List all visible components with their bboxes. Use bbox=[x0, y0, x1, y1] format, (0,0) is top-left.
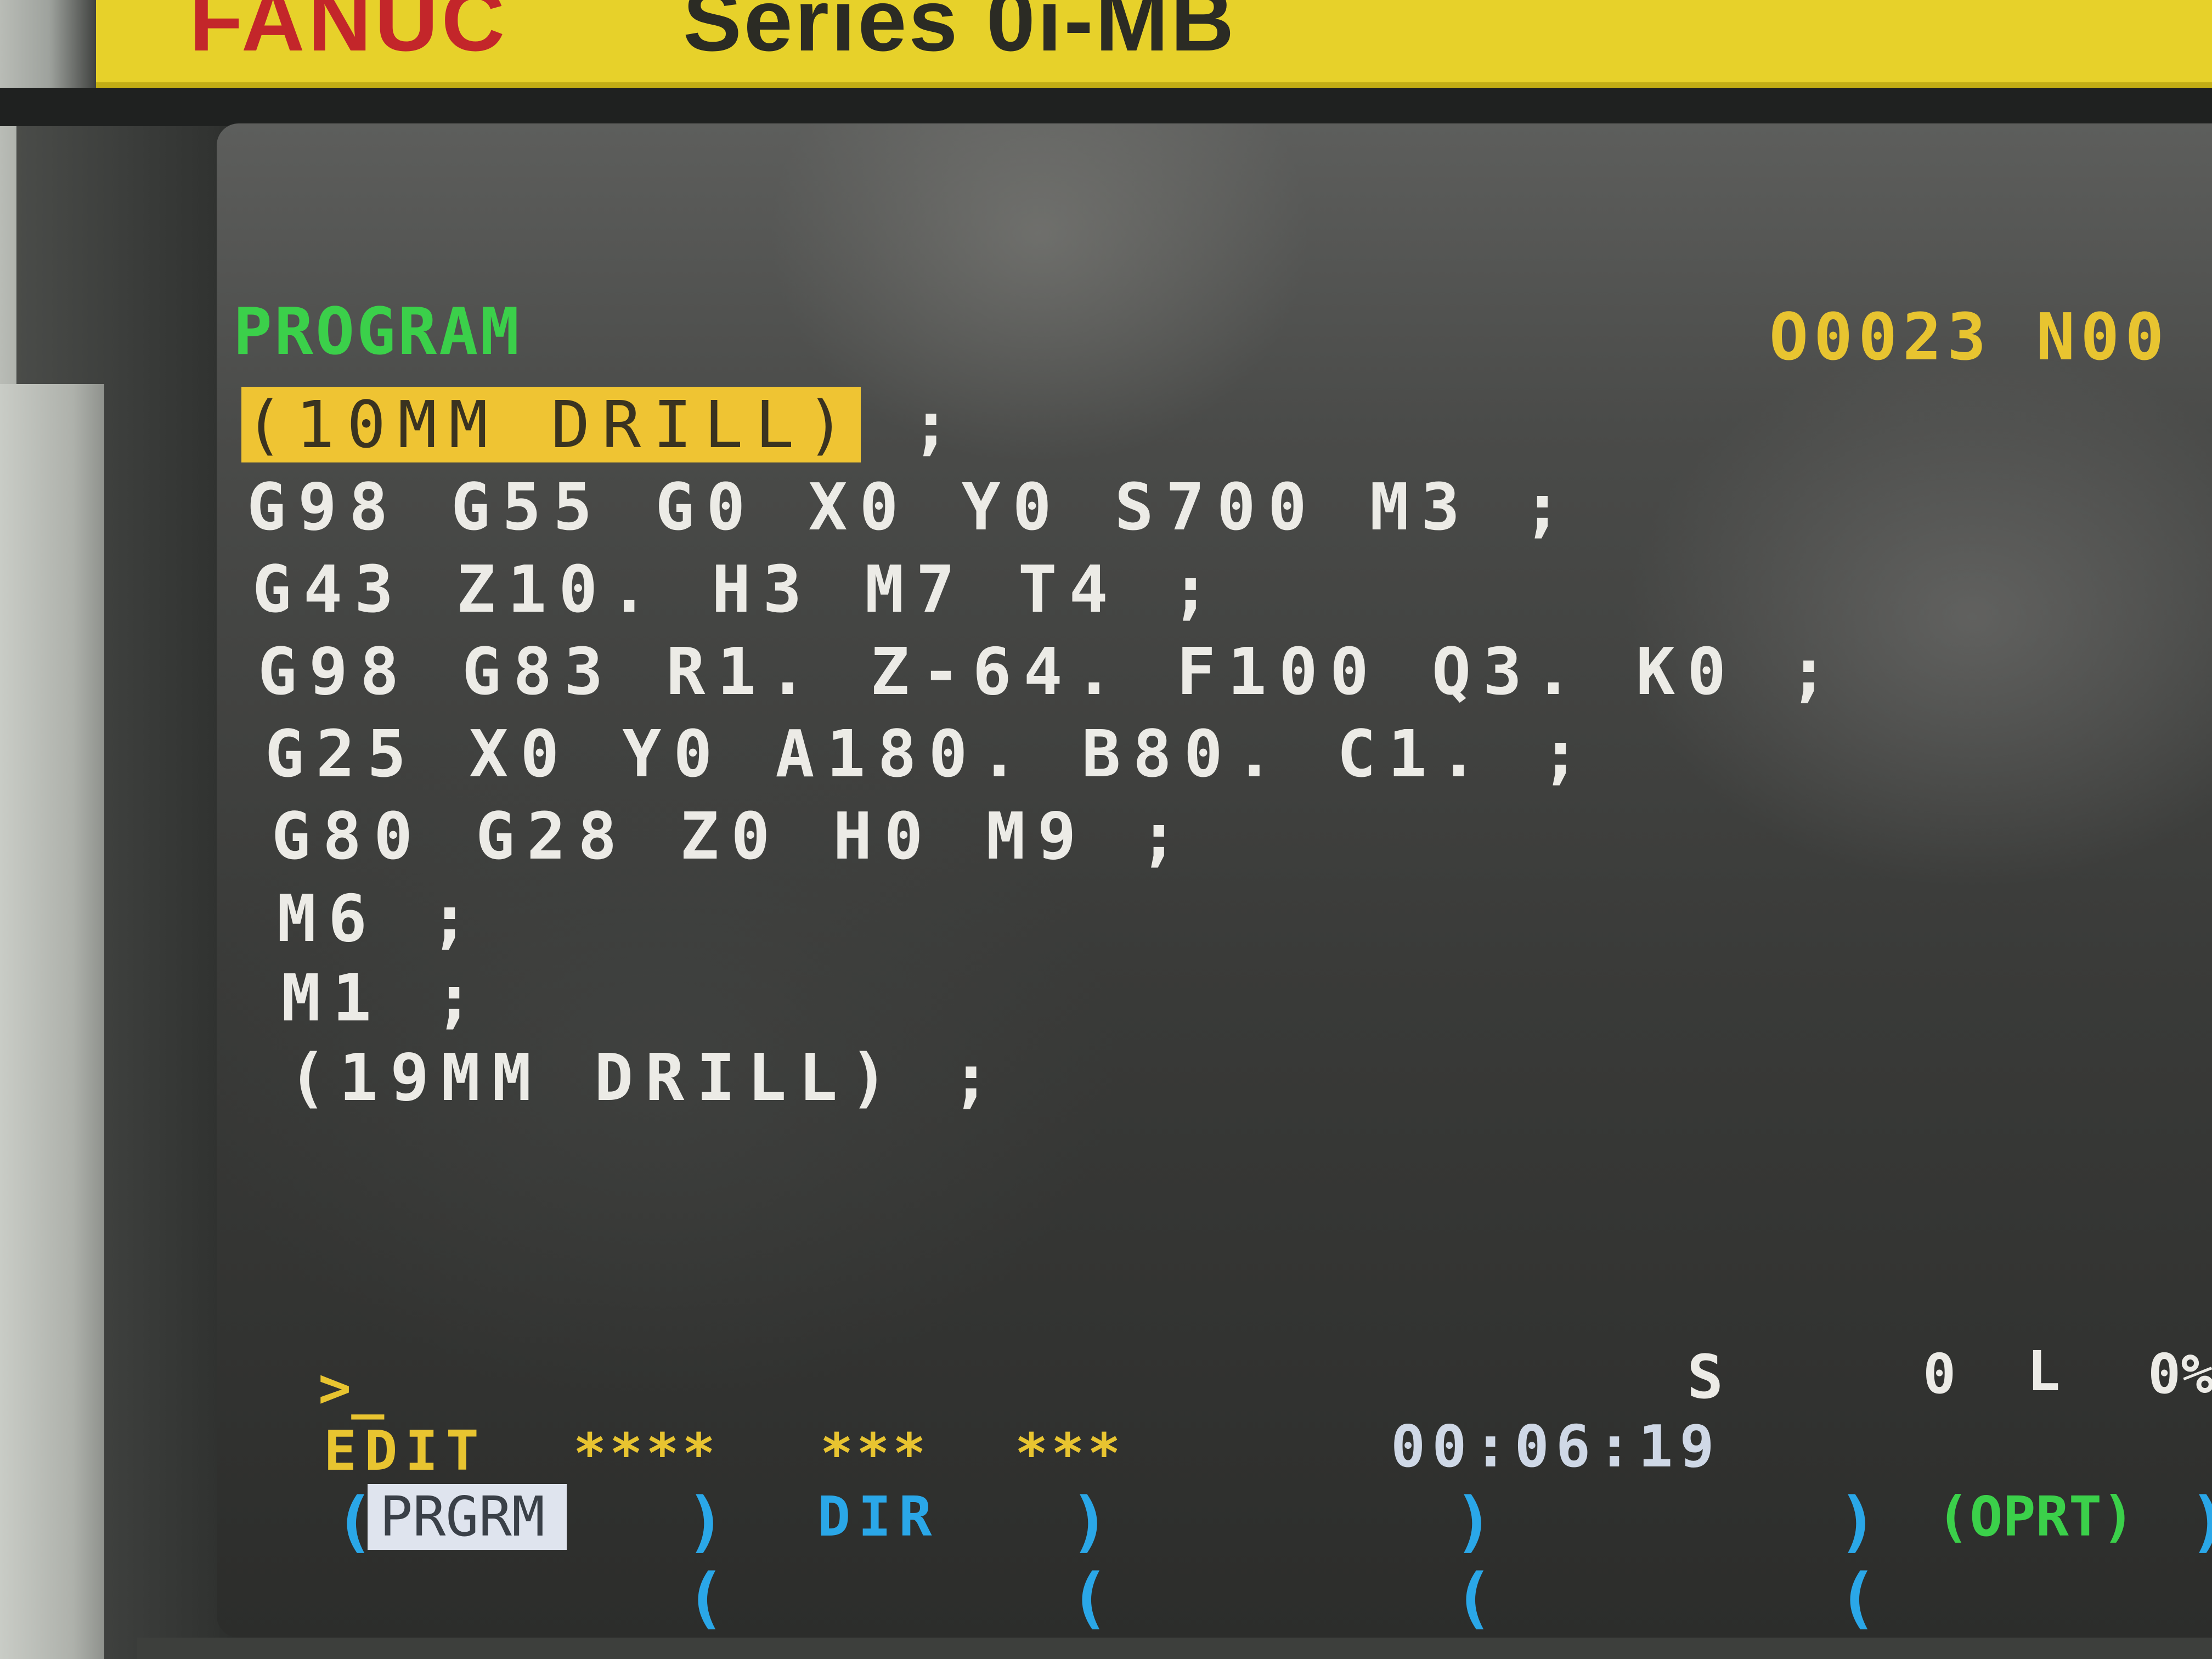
program-line[interactable]: (19MM DRILL) ; bbox=[288, 1045, 1003, 1110]
softkey-bracket: )( bbox=[686, 1484, 726, 1637]
program-line[interactable]: G43 Z10. H3 M7 T4 ; bbox=[252, 557, 1222, 622]
softkey-bracket: )( bbox=[1070, 1484, 1110, 1637]
input-prompt[interactable]: >_ bbox=[318, 1361, 384, 1415]
bezel-band bbox=[0, 88, 2212, 126]
spindle-label: S bbox=[1687, 1342, 1724, 1412]
softkey-blank[interactable] bbox=[1542, 1484, 1816, 1550]
mode-indicator: EDIT bbox=[324, 1419, 487, 1483]
softkey-blank[interactable] bbox=[1158, 1484, 1487, 1550]
bezel-bottom bbox=[137, 1638, 2212, 1659]
status-stars: *** bbox=[1015, 1421, 1124, 1486]
model-label: Series 0i-MB bbox=[683, 0, 1237, 69]
program-line[interactable]: M1 ; bbox=[281, 966, 486, 1030]
program-line[interactable]: G98 G55 G0 X0 Y0 S700 M3 ; bbox=[247, 475, 1574, 539]
run-clock: 00:06:19 bbox=[1391, 1413, 1721, 1480]
page-title: PROGRAM bbox=[233, 294, 522, 369]
edit-cursor[interactable]: (10MM DRILL) bbox=[241, 387, 861, 462]
bezel-frame bbox=[0, 384, 104, 1659]
softkey-prgrm[interactable]: PRGRM bbox=[368, 1484, 567, 1550]
spindle-value: 0 bbox=[1923, 1342, 1956, 1406]
status-stars: **** bbox=[573, 1421, 719, 1486]
load-value: 0% bbox=[2148, 1342, 2212, 1406]
status-stars: *** bbox=[820, 1421, 929, 1486]
program-line[interactable]: M6 ; bbox=[277, 886, 481, 951]
program-line[interactable]: G80 G28 Z0 H0 M9 ; bbox=[272, 804, 1190, 868]
cnc-screen: PROGRAM O0023 N00 (10MM DRILL) ; G98 G55… bbox=[217, 123, 2212, 1638]
softkey-oprt[interactable]: (OPRT) bbox=[1937, 1484, 2135, 1550]
program-line[interactable]: G98 G83 R1. Z-64. F100 Q3. K0 ; bbox=[258, 639, 1840, 704]
softkey-bracket: ) bbox=[2189, 1484, 2212, 1560]
brand-logo: FANUC bbox=[189, 0, 509, 69]
softkey-bracket: )( bbox=[1838, 1484, 1878, 1637]
load-label: L bbox=[2027, 1339, 2061, 1403]
line-text: ; bbox=[860, 387, 963, 462]
program-line[interactable]: (10MM DRILL) ; bbox=[241, 387, 963, 462]
softkey-bracket: )( bbox=[1454, 1484, 1494, 1637]
softkey-dir[interactable]: DIR bbox=[817, 1484, 940, 1550]
program-line[interactable]: G25 X0 Y0 A180. B80. C1. ; bbox=[265, 721, 1592, 786]
program-number: O0023 N00 bbox=[1769, 299, 2170, 375]
brand-strip: FANUC Series 0i-MB bbox=[96, 0, 2212, 88]
